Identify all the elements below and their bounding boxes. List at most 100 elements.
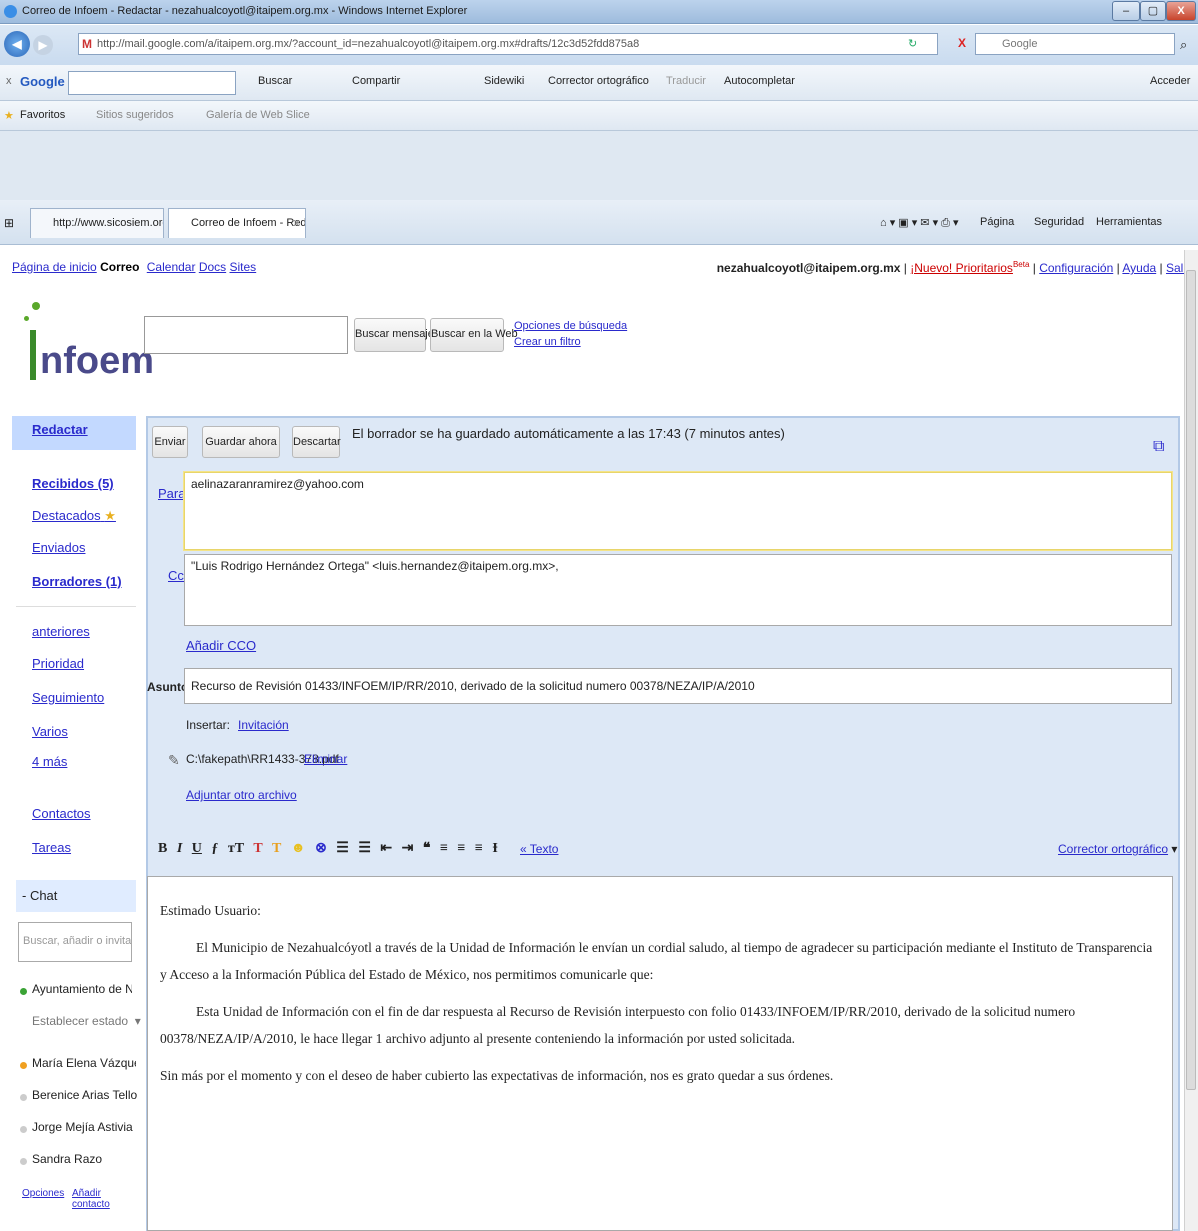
label-varios[interactable]: Varios <box>32 724 68 739</box>
herramientas-menu[interactable]: Herramientas <box>1096 216 1162 228</box>
remove-format-icon[interactable]: Ɨ <box>492 841 497 856</box>
scrollbar-thumb[interactable] <box>1186 270 1196 1090</box>
eliminar-attachment-link[interactable]: Eliminar <box>304 752 347 766</box>
minimize-button[interactable]: – <box>1112 1 1140 21</box>
autocompletar-button[interactable]: Autocompletar <box>724 75 795 87</box>
acceder-button[interactable]: Acceder <box>1150 75 1190 87</box>
sidewiki-button[interactable]: Sidewiki <box>484 75 524 87</box>
compartir-button[interactable]: Compartir <box>352 75 400 87</box>
ie-icon <box>4 5 17 18</box>
numbered-list-icon[interactable]: ☰ <box>336 841 349 856</box>
sitios-sugeridos-link[interactable]: Sitios sugeridos <box>96 109 174 121</box>
tareas-link[interactable]: Tareas <box>32 840 71 855</box>
configuracion-link[interactable]: Configuración <box>1039 261 1113 275</box>
enviar-button[interactable]: Enviar <box>152 426 188 458</box>
quick-tabs-icon[interactable]: ⊞ <box>4 216 14 230</box>
italic-icon[interactable]: I <box>177 841 182 856</box>
seguridad-menu[interactable]: Seguridad <box>1034 216 1084 228</box>
highlight-icon[interactable]: T <box>272 841 281 856</box>
texto-link[interactable]: « Texto <box>520 842 558 856</box>
mas-labels-link[interactable]: 4 más <box>32 754 67 769</box>
buscar-web-button[interactable]: Buscar en la Web <box>430 318 518 352</box>
destacados-link[interactable]: Destacados ★ <box>32 508 116 524</box>
tab-sicosiem[interactable]: http://www.sicosiem.org... <box>30 208 164 238</box>
descartar-button[interactable]: Descartar <box>292 426 341 458</box>
label-anteriores[interactable]: anteriores <box>32 624 90 639</box>
opciones-busqueda-link[interactable]: Opciones de búsqueda <box>514 320 627 332</box>
text-color-icon[interactable]: T <box>253 841 262 856</box>
contactos-link[interactable]: Contactos <box>32 806 91 821</box>
emoticon-icon[interactable]: ☻ <box>291 841 306 856</box>
mail-search-input[interactable] <box>144 316 348 354</box>
message-body-editor[interactable]: Estimado Usuario: El Municipio de Nezahu… <box>147 876 1173 1231</box>
command-icons[interactable]: ⌂ ▾ ▣ ▾ ✉ ▾ ⎙ ▾ <box>880 216 959 230</box>
maximize-button[interactable]: ▢ <box>1140 1 1166 21</box>
search-icon[interactable]: ⌕ <box>1180 37 1187 53</box>
redactar-link[interactable]: Redactar <box>32 422 88 437</box>
stop-icon[interactable]: X <box>958 36 966 50</box>
chat-opciones-link[interactable]: Opciones <box>22 1188 64 1199</box>
adjuntar-otro-link[interactable]: Adjuntar otro archivo <box>186 788 297 802</box>
google-search-input[interactable] <box>68 71 236 95</box>
bold-icon[interactable]: B <box>158 841 167 856</box>
popout-icon[interactable]: ⧉ <box>1153 438 1164 456</box>
chat-contact[interactable]: Jorge Mejía Astivia <box>32 1120 133 1134</box>
chat-contact[interactable]: Sandra Razo <box>32 1152 102 1166</box>
ayuda-link[interactable]: Ayuda <box>1122 261 1156 275</box>
chat-header[interactable]: - Chat <box>16 880 136 912</box>
prioritarios-link[interactable]: ¡Nuevo! Prioritarios <box>910 261 1013 275</box>
nav-docs[interactable]: Docs <box>199 260 226 274</box>
enviados-link[interactable]: Enviados <box>32 540 85 555</box>
corrector-toolbar-button[interactable]: Corrector ortográfico <box>548 75 649 87</box>
underline-icon[interactable]: U <box>192 841 202 856</box>
chat-search-input[interactable]: Buscar, añadir o invitar <box>18 922 132 962</box>
anadir-contacto-link[interactable]: Añadir contacto <box>72 1188 138 1210</box>
link-icon[interactable]: ⊗ <box>315 841 327 856</box>
recibidos-link[interactable]: Recibidos (5) <box>32 476 114 491</box>
font-size-icon[interactable]: ᴛT <box>228 841 244 856</box>
cc-field[interactable]: "Luis Rodrigo Hernández Ortega" <luis.he… <box>184 554 1172 626</box>
corrector-dropdown[interactable]: Corrector ortográfico ▾ <box>1058 842 1177 856</box>
chat-contact[interactable]: Berenice Arias Tello <box>32 1088 137 1102</box>
chat-contact[interactable]: María Elena Vázquez <box>32 1056 136 1070</box>
nav-calendar[interactable]: Calendar <box>147 260 196 274</box>
infoem-logo[interactable]: nfoem <box>22 300 154 390</box>
browser-search-placeholder: Google <box>1002 38 1038 50</box>
guardar-ahora-button[interactable]: Guardar ahora <box>202 426 280 458</box>
nav-sites[interactable]: Sites <box>230 260 257 274</box>
para-field[interactable]: aelinazaranramirez@yahoo.com <box>184 472 1172 550</box>
buscar-mensaje-button[interactable]: Buscar mensaje <box>354 318 434 352</box>
buscar-button[interactable]: Buscar <box>258 75 292 87</box>
indent-more-icon[interactable]: ⇥ <box>402 841 414 856</box>
close-button[interactable]: X <box>1166 1 1196 21</box>
chat-me-name[interactable]: Ayuntamiento de Ne <box>32 982 132 996</box>
quote-icon[interactable]: ❝ <box>423 841 431 856</box>
label-prioridad[interactable]: Prioridad <box>32 656 84 671</box>
bulleted-list-icon[interactable]: ☰ <box>358 841 371 856</box>
refresh-icon[interactable]: ↻ <box>908 37 917 50</box>
borradores-link[interactable]: Borradores (1) <box>32 574 122 589</box>
close-toolbar-icon[interactable]: x <box>6 75 12 87</box>
nav-pagina-inicio[interactable]: Página de inicio <box>12 260 97 274</box>
align-center-icon[interactable]: ≡ <box>457 841 465 856</box>
back-icon[interactable]: ◀ <box>4 31 30 57</box>
crear-filtro-link[interactable]: Crear un filtro <box>514 336 581 348</box>
close-tab-icon[interactable]: x <box>294 209 300 237</box>
font-icon[interactable]: ƒ <box>211 841 218 856</box>
browser-search-input[interactable]: Google <box>975 33 1175 55</box>
chat-status-select[interactable]: Establecer estado ▾ <box>32 1014 141 1028</box>
align-left-icon[interactable]: ≡ <box>440 841 448 856</box>
label-seguimiento[interactable]: Seguimiento <box>32 690 104 705</box>
url-input[interactable]: http://mail.google.com/a/itaipem.org.mx/… <box>78 33 938 55</box>
invitacion-link[interactable]: Invitación <box>238 718 289 732</box>
indent-less-icon[interactable]: ⇤ <box>380 841 392 856</box>
pagina-menu[interactable]: Página <box>980 216 1014 228</box>
align-right-icon[interactable]: ≡ <box>475 841 483 856</box>
anadir-cco-link[interactable]: Añadir CCO <box>186 638 256 653</box>
galeria-web-slice-link[interactable]: Galería de Web Slice <box>206 109 310 121</box>
tab-correo-infoem[interactable]: Correo de Infoem - Red... x <box>168 208 306 238</box>
favoritos-button[interactable]: Favoritos <box>20 109 65 121</box>
forward-icon[interactable]: ▶ <box>33 35 53 55</box>
asunto-field[interactable]: Recurso de Revisión 01433/INFOEM/IP/RR/2… <box>184 668 1172 704</box>
traducir-button[interactable]: Traducir <box>666 75 706 87</box>
